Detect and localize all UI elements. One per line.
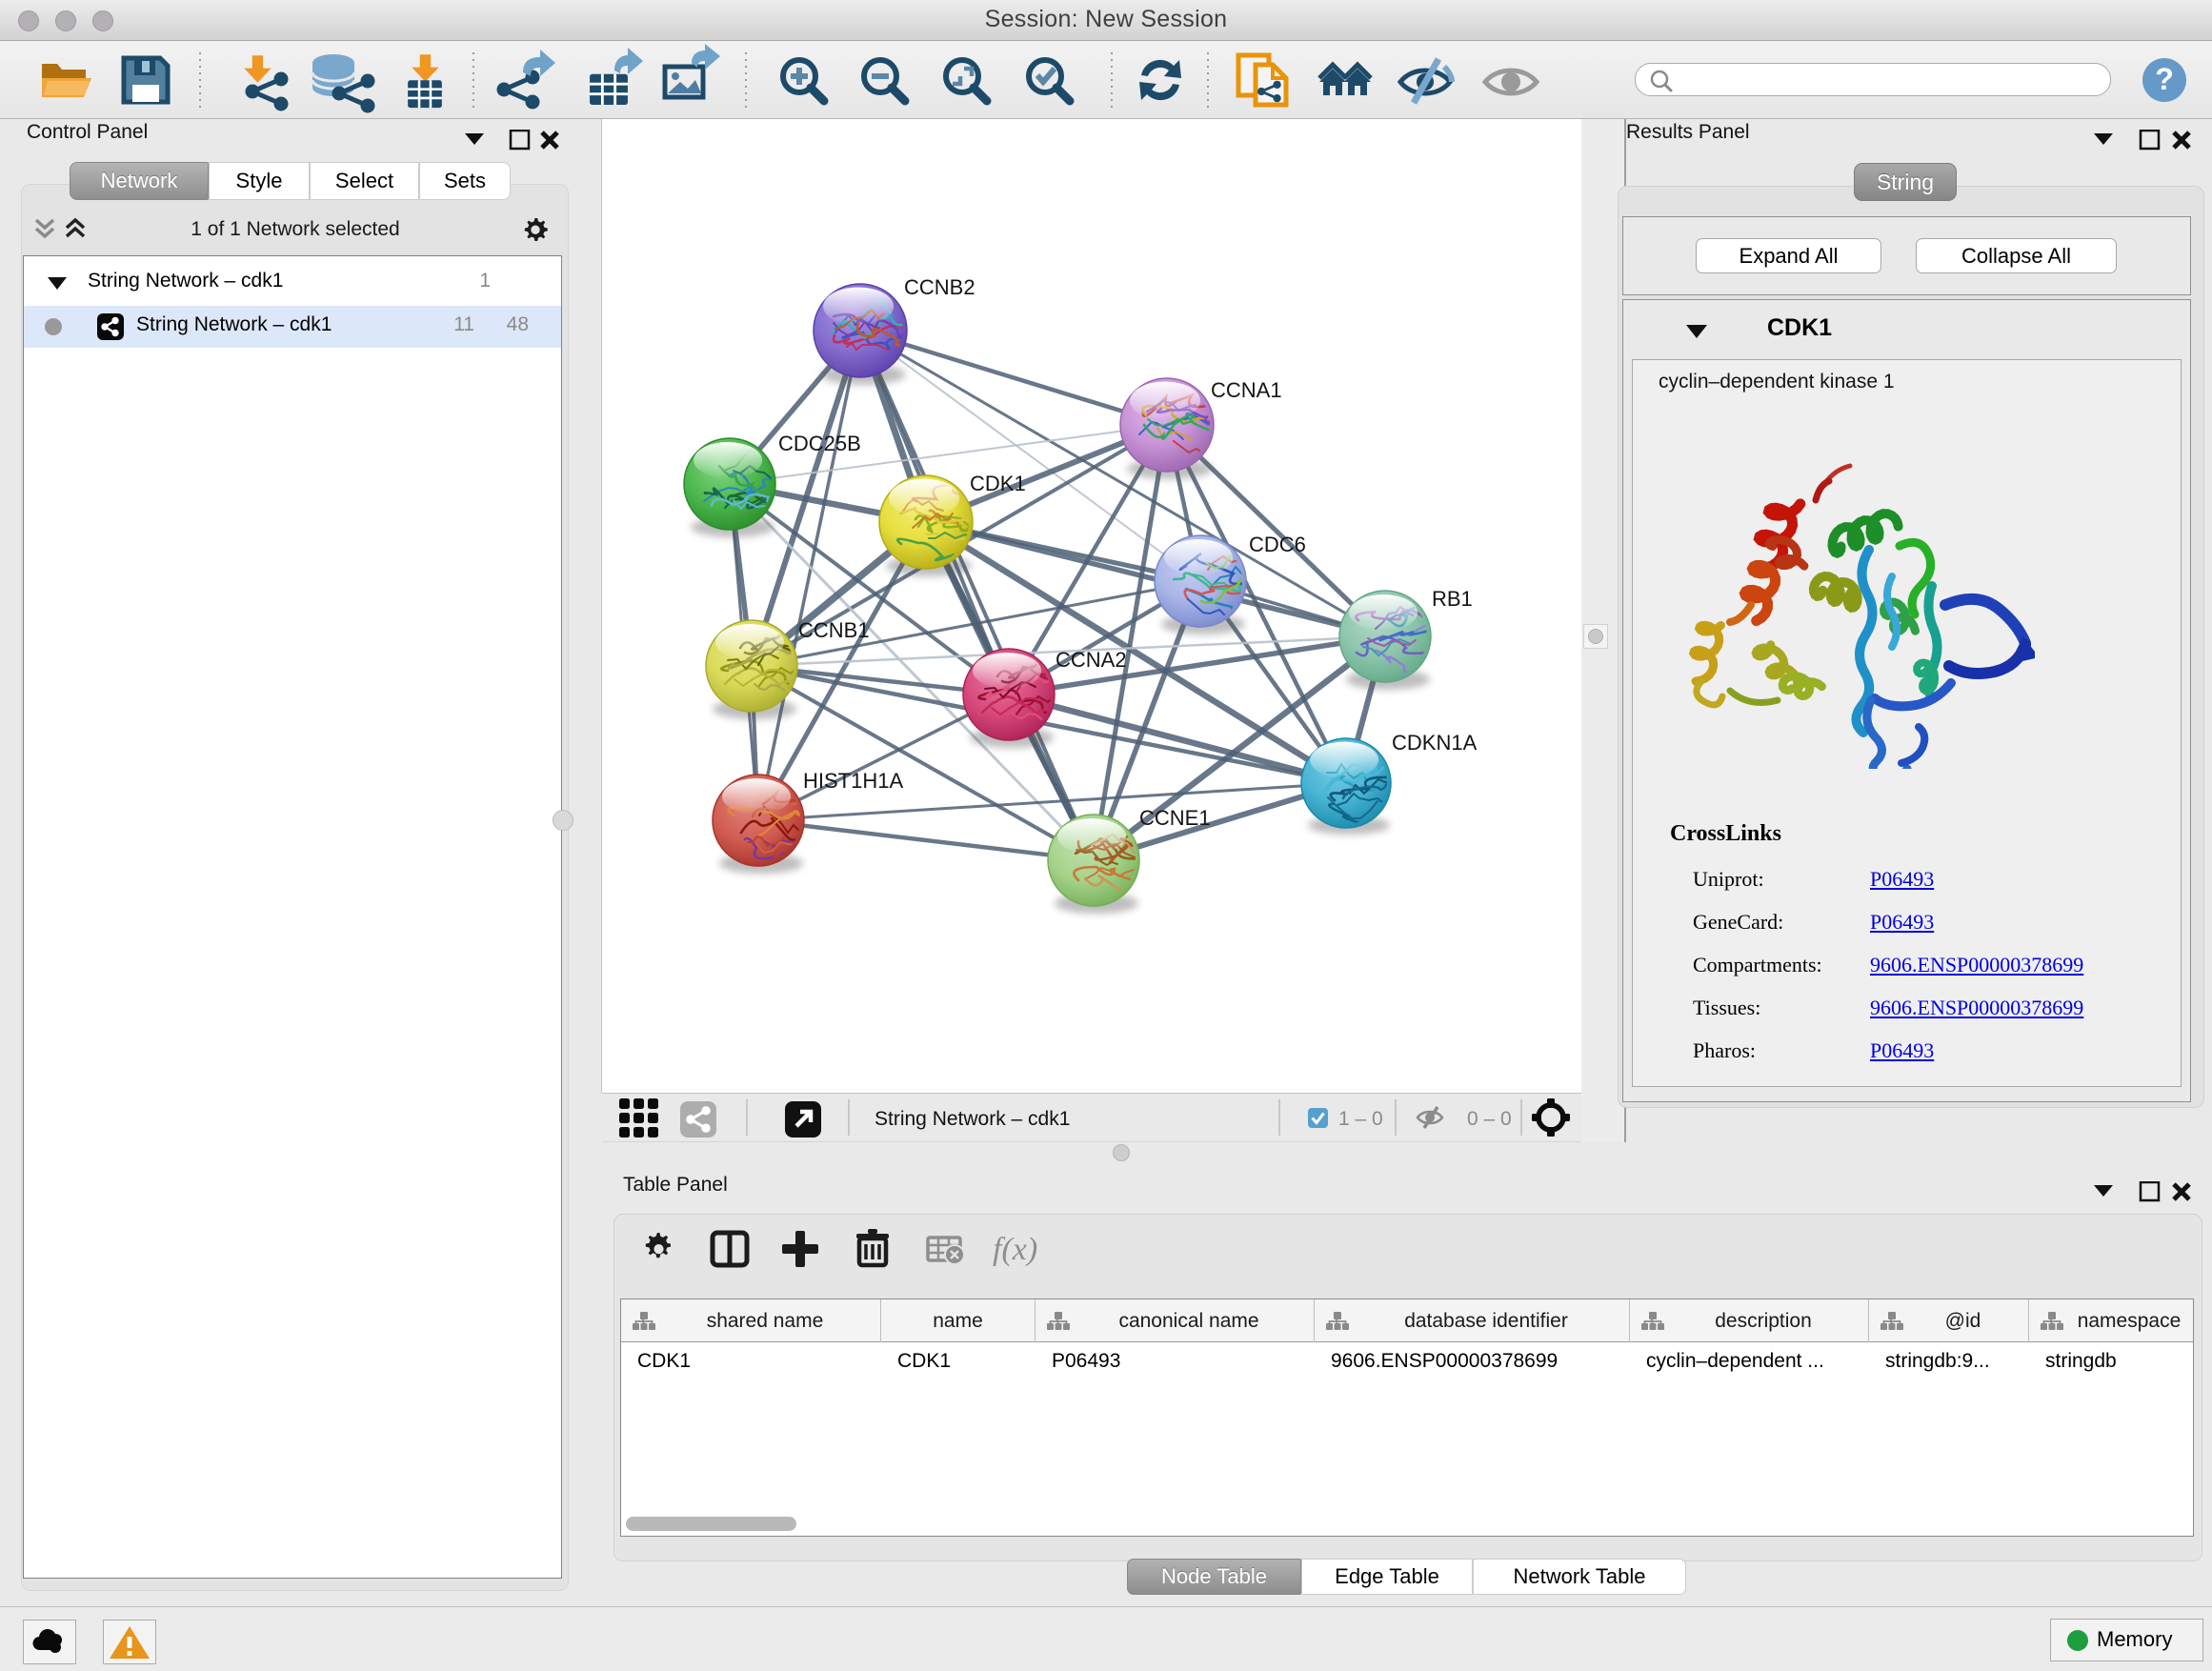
svg-text:CDC6: CDC6 bbox=[1249, 533, 1306, 556]
svg-text:CCNA2: CCNA2 bbox=[1056, 648, 1127, 672]
svg-text:CDK1: CDK1 bbox=[970, 472, 1026, 495]
svg-text:?: ? bbox=[2155, 62, 2174, 96]
svg-text:String Network – cdk1: String Network – cdk1 bbox=[875, 1108, 1070, 1130]
svg-text:0 – 0: 0 – 0 bbox=[1467, 1108, 1512, 1130]
svg-text:CCNE1: CCNE1 bbox=[1139, 806, 1211, 830]
svg-text:CDKN1A: CDKN1A bbox=[1392, 731, 1478, 755]
svg-text:1 – 0: 1 – 0 bbox=[1338, 1108, 1383, 1130]
svg-text:f(x): f(x) bbox=[993, 1232, 1037, 1267]
svg-text:CCNB1: CCNB1 bbox=[798, 618, 870, 642]
svg-text:CDC25B: CDC25B bbox=[778, 432, 861, 455]
svg-text:HIST1H1A: HIST1H1A bbox=[803, 769, 903, 793]
svg-text:CCNB2: CCNB2 bbox=[904, 275, 975, 299]
svg-text:CCNA1: CCNA1 bbox=[1211, 378, 1282, 402]
svg-text:RB1: RB1 bbox=[1432, 587, 1473, 611]
